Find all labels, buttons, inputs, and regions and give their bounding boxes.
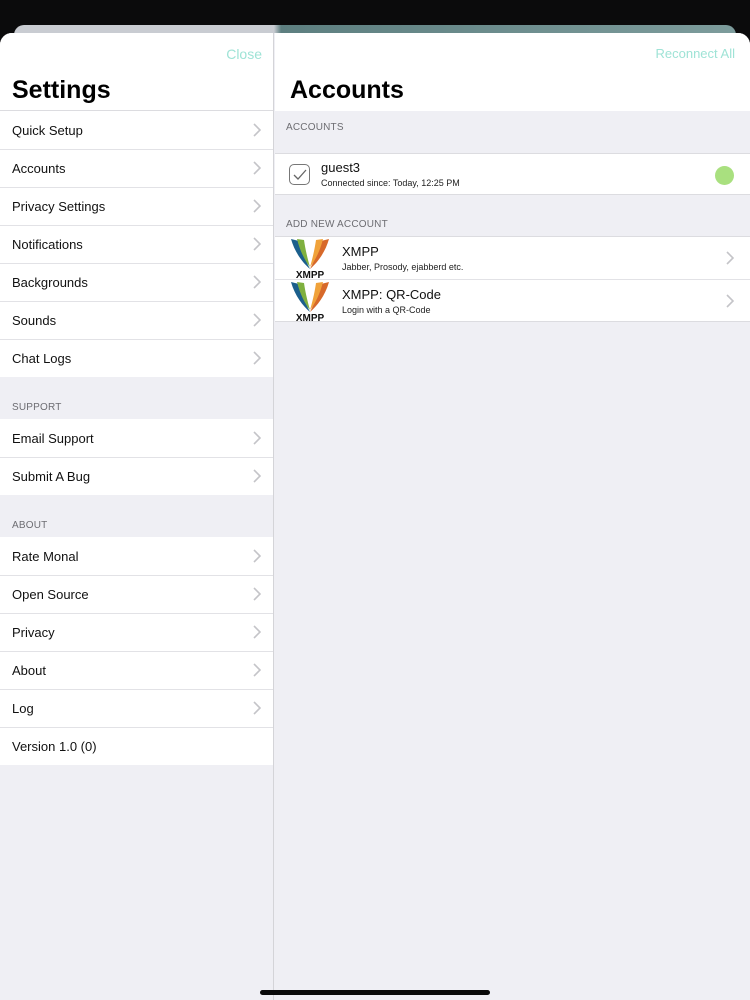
xmpp-logo-icon: XMPP — [291, 282, 329, 322]
chevron-right-icon — [726, 251, 736, 265]
chevron-right-icon — [253, 587, 263, 601]
chevron-right-icon — [253, 701, 263, 715]
settings-item-label: Chat Logs — [12, 350, 72, 366]
settings-item-label: Log — [12, 700, 34, 716]
about-list: Rate Monal Open Source Privacy About Log… — [0, 537, 273, 765]
settings-item-label: Quick Setup — [12, 122, 83, 138]
chevron-right-icon — [253, 625, 263, 639]
settings-item-notifications[interactable]: Notifications — [0, 225, 273, 263]
add-option-title: XMPP: QR-Code — [342, 287, 441, 302]
chevron-right-icon — [253, 237, 263, 251]
chevron-right-icon — [253, 275, 263, 289]
chevron-right-icon — [253, 431, 263, 445]
chevron-right-icon — [253, 199, 263, 213]
xmpp-logo-text: XMPP — [296, 313, 325, 322]
settings-item-label: Submit A Bug — [12, 468, 91, 484]
checkmark-icon[interactable] — [289, 164, 310, 185]
chevron-right-icon — [253, 469, 263, 483]
settings-item-label: Privacy — [12, 624, 55, 640]
accounts-title: Accounts — [290, 76, 404, 104]
settings-item-label: Accounts — [12, 160, 66, 176]
settings-item-submit-bug[interactable]: Submit A Bug — [0, 457, 273, 495]
chevron-right-icon — [253, 161, 263, 175]
home-indicator[interactable] — [260, 990, 490, 995]
settings-item-label: Email Support — [12, 430, 94, 446]
settings-item-email-support[interactable]: Email Support — [0, 419, 273, 457]
settings-item-open-source[interactable]: Open Source — [0, 575, 273, 613]
settings-header: Close Settings — [0, 33, 273, 111]
accounts-section-header: ACCOUNTS — [286, 122, 344, 133]
support-section-header: SUPPORT — [12, 402, 62, 413]
account-status-text: Connected since: Today, 12:25 PM — [321, 178, 460, 188]
main-settings-list: Quick Setup Accounts Privacy Settings No… — [0, 111, 273, 377]
settings-item-about[interactable]: About — [0, 651, 273, 689]
xmpp-logo-text: XMPP — [296, 270, 325, 279]
settings-item-label: About — [12, 662, 46, 678]
add-xmpp-qr-code-row[interactable]: XMPP XMPP: QR-Code Login with a QR-Code — [275, 279, 750, 322]
settings-item-privacy-settings[interactable]: Privacy Settings — [0, 187, 273, 225]
chevron-right-icon — [253, 351, 263, 365]
settings-item-quick-setup[interactable]: Quick Setup — [0, 111, 273, 149]
settings-item-backgrounds[interactable]: Backgrounds — [0, 263, 273, 301]
settings-item-chat-logs[interactable]: Chat Logs — [0, 339, 273, 377]
add-option-subtitle: Login with a QR-Code — [342, 305, 431, 315]
support-list: Email Support Submit A Bug — [0, 419, 273, 495]
settings-item-label: Rate Monal — [12, 548, 79, 564]
account-name: guest3 — [321, 160, 361, 175]
reconnect-all-button[interactable]: Reconnect All — [656, 46, 736, 61]
settings-item-privacy[interactable]: Privacy — [0, 613, 273, 651]
add-option-subtitle: Jabber, Prosody, ejabberd etc. — [342, 262, 464, 272]
account-row[interactable]: guest3 Connected since: Today, 12:25 PM — [275, 153, 750, 195]
add-option-title: XMPP — [342, 244, 379, 259]
chevron-right-icon — [726, 294, 736, 308]
settings-item-accounts[interactable]: Accounts — [0, 149, 273, 187]
online-status-indicator — [715, 166, 734, 185]
settings-item-label: Sounds — [12, 312, 57, 328]
page-title: Settings — [12, 76, 111, 104]
accounts-header: Reconnect All Accounts — [275, 33, 750, 111]
chevron-right-icon — [253, 313, 263, 327]
settings-item-label: Privacy Settings — [12, 198, 106, 214]
close-button[interactable]: Close — [226, 46, 262, 62]
chevron-right-icon — [253, 123, 263, 137]
settings-sheet: Close Settings Quick Setup Accounts Priv… — [0, 33, 750, 1000]
settings-item-label: Open Source — [12, 586, 89, 602]
chevron-right-icon — [253, 549, 263, 563]
accounts-pane: Reconnect All Accounts ACCOUNTS guest3 C… — [275, 33, 750, 1000]
settings-item-log[interactable]: Log — [0, 689, 273, 727]
settings-item-rate-monal[interactable]: Rate Monal — [0, 537, 273, 575]
settings-pane: Close Settings Quick Setup Accounts Priv… — [0, 33, 274, 1000]
add-xmpp-account-row[interactable]: XMPP XMPP Jabber, Prosody, ejabberd etc. — [275, 237, 750, 279]
settings-item-label: Notifications — [12, 236, 83, 252]
add-account-list: XMPP XMPP Jabber, Prosody, ejabberd etc.… — [275, 236, 750, 322]
settings-item-sounds[interactable]: Sounds — [0, 301, 273, 339]
xmpp-logo-icon: XMPP — [291, 239, 329, 279]
settings-item-label: Backgrounds — [12, 274, 88, 290]
add-account-section-header: ADD NEW ACCOUNT — [286, 219, 388, 230]
chevron-right-icon — [253, 663, 263, 677]
version-label: Version 1.0 (0) — [12, 738, 97, 754]
about-section-header: ABOUT — [12, 520, 48, 531]
version-row: Version 1.0 (0) — [0, 727, 273, 765]
